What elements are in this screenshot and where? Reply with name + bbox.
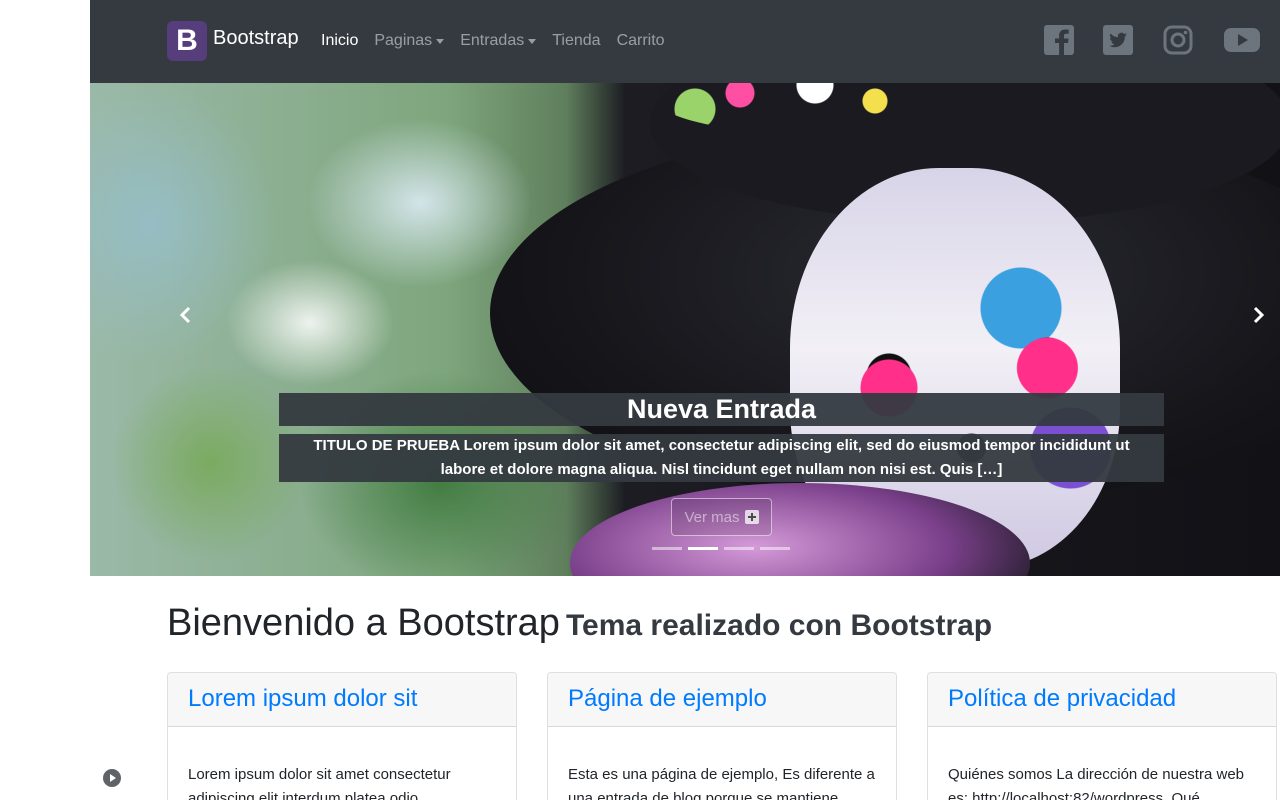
carousel-caption-title: Nueva Entrada	[279, 393, 1164, 426]
nav-item-carrito[interactable]: Carrito	[617, 32, 665, 50]
youtube-icon[interactable]	[1224, 25, 1260, 55]
nav-item-label: Tienda	[552, 32, 601, 49]
carousel-indicator[interactable]	[760, 547, 790, 550]
page-title: Bienvenido a Bootstrap Tema realizado con…	[167, 602, 992, 645]
ver-mas-label: Ver mas	[684, 508, 740, 526]
nav-menu: Inicio Paginas Entradas Tienda Carrito	[321, 32, 681, 50]
page-left-margin	[0, 0, 90, 800]
nav-item-inicio[interactable]: Inicio	[321, 32, 358, 50]
instagram-icon[interactable]	[1163, 25, 1193, 55]
card-text: Quiénes somos La dirección de nuestra we…	[948, 766, 1245, 800]
card-title-link[interactable]: Lorem ipsum dolor sit	[188, 685, 417, 712]
bootstrap-logo: B	[167, 21, 207, 61]
carousel-indicator[interactable]	[652, 547, 682, 550]
carousel-indicator-active[interactable]	[688, 547, 718, 550]
brand-name: Bootstrap	[213, 26, 299, 49]
nav-item-paginas[interactable]: Paginas	[374, 32, 445, 50]
carousel-prev-icon[interactable]	[176, 305, 196, 325]
card-title-link[interactable]: Política de privacidad	[948, 685, 1176, 712]
nav-item-tienda[interactable]: Tienda	[552, 32, 600, 50]
ver-mas-button[interactable]: Ver mas	[671, 498, 772, 536]
card-header: Página de ejemplo	[548, 673, 896, 727]
nav-item-label: Carrito	[616, 32, 665, 49]
carousel-caption-text: TITULO DE PRUEBA Lorem ipsum dolor sit a…	[279, 434, 1164, 482]
play-icon[interactable]	[103, 769, 121, 787]
hero-carousel: Nueva Entrada TITULO DE PRUEBA Lorem ips…	[90, 83, 1280, 576]
card-title-link[interactable]: Página de ejemplo	[568, 685, 767, 712]
twitter-icon[interactable]	[1103, 25, 1133, 55]
card-header: Política de privacidad	[928, 673, 1276, 727]
card-pagina-ejemplo: Página de ejemplo Esta es una página de …	[547, 672, 897, 800]
dropdown-caret-icon	[528, 38, 537, 44]
nav-item-label: Inicio	[321, 32, 359, 49]
card-header: Lorem ipsum dolor sit	[168, 673, 516, 727]
facebook-icon[interactable]	[1044, 25, 1074, 55]
welcome-subtitle: Tema realizado con Bootstrap	[565, 609, 993, 642]
nav-item-label: Paginas	[374, 32, 433, 49]
carousel-indicator[interactable]	[724, 547, 754, 550]
top-navbar: B Bootstrap Inicio Paginas Entradas Tien…	[90, 0, 1280, 83]
plus-square-icon	[744, 510, 759, 524]
card-text: Esta es una página de ejemplo, Es difere…	[568, 766, 875, 800]
card-politica-privacidad: Política de privacidad Quiénes somos La …	[927, 672, 1277, 800]
carousel-next-icon[interactable]	[1248, 305, 1268, 325]
brand[interactable]: B Bootstrap	[167, 21, 299, 61]
card-lorem-ipsum: Lorem ipsum dolor sit Lorem ipsum dolor …	[167, 672, 517, 800]
nav-item-entradas[interactable]: Entradas	[460, 32, 537, 50]
nav-item-label: Entradas	[460, 32, 525, 49]
welcome-title: Bienvenido a Bootstrap	[167, 602, 560, 644]
carousel-indicators	[652, 547, 796, 550]
dropdown-caret-icon	[436, 38, 445, 44]
card-text: Lorem ipsum dolor sit amet consectetur a…	[188, 766, 451, 800]
